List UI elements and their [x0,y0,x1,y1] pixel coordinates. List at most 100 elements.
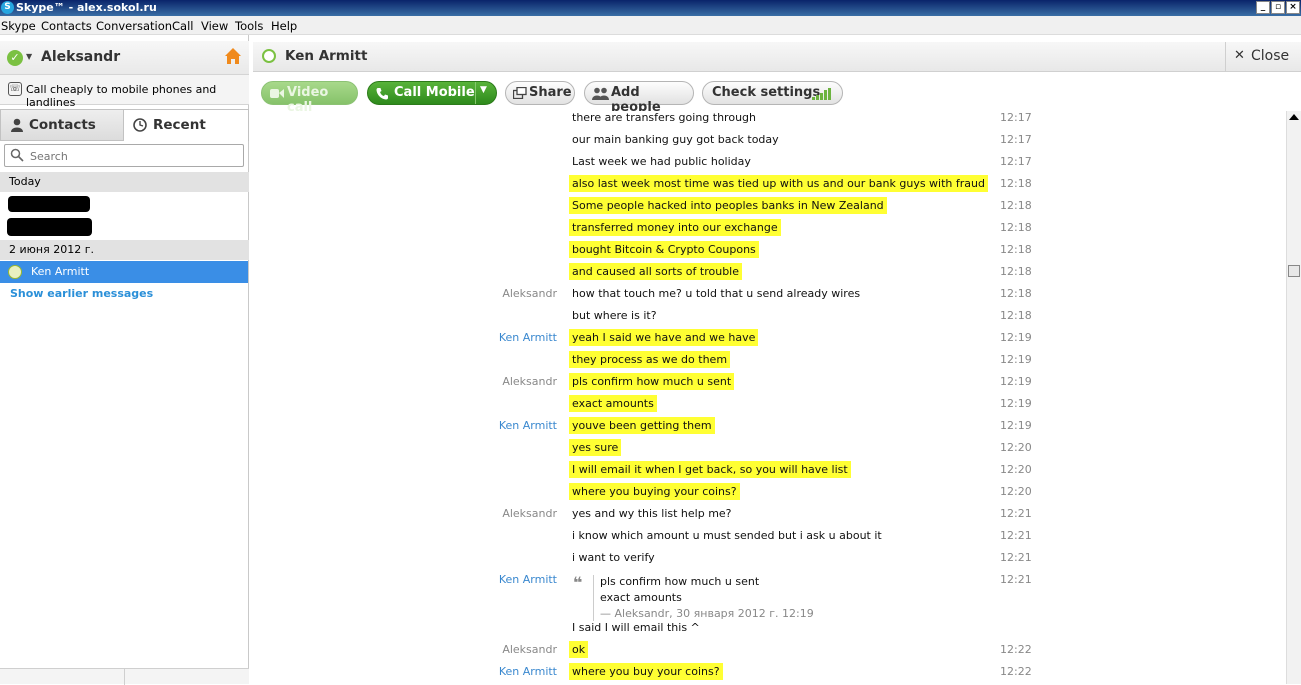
divider [124,669,125,685]
call-mobile-label: Call Mobile [394,85,475,100]
add-people-button[interactable]: Add people [584,81,694,115]
tab-recent[interactable]: Recent [124,109,249,141]
message-row: but where is it? 12:18 [253,306,1286,328]
quoted-message: ❝ pls confirm how much u sent exact amou… [569,573,989,621]
contact-status-icon [262,49,276,63]
scrollbar-thumb[interactable] [1288,265,1300,277]
message-time: 12:17 [1000,111,1032,124]
message-row: Some people hacked into peoples banks in… [253,196,1286,218]
message-time: 12:18 [1000,243,1032,256]
message-text: how that touch me? u told that u send al… [572,287,861,300]
message-sender: Ken Armitt [498,419,557,432]
message-text: yes and wy this list help me? [572,507,732,520]
call-mobile-button[interactable]: Call Mobile ▼ [367,81,497,105]
message-time: 12:19 [1000,419,1032,432]
message-row: where you buying your coins? 12:20 [253,482,1286,504]
message-row: exact amounts 12:19 [253,394,1286,416]
search-input[interactable] [30,148,230,164]
video-call-button[interactable]: Video call [261,81,358,115]
menu-call[interactable]: Call [172,19,193,33]
message-text: where you buying your coins? [569,483,740,500]
profile-name[interactable]: Aleksandr [41,49,120,65]
scroll-up-arrow-icon[interactable] [1289,114,1299,120]
conversation-toolbar: Video call Call Mobile ▼ Share Add peopl… [253,73,1301,115]
video-camera-icon [270,89,284,98]
message-time: 12:19 [1000,331,1032,344]
message-text: I said I will email this ^ [572,621,700,634]
message-time: 12:20 [1000,485,1032,498]
message-time: 12:17 [1000,133,1032,146]
chevron-down-icon[interactable]: ▼ [26,52,32,61]
redacted-contact [7,218,92,236]
check-settings-label: Check settings [712,85,821,100]
maximize-button[interactable]: ▫ [1271,1,1285,14]
message-time: 12:22 [1000,665,1032,678]
tab-contacts-label: Contacts [29,117,96,133]
message-text: pls confirm how much u sent [569,373,735,390]
message-row: I said I will email this ^ [253,618,1286,640]
home-icon[interactable] [224,47,242,65]
menu-tools[interactable]: Tools [235,19,263,33]
add-people-icon [592,87,609,100]
message-text: i know which amount u must sended but i … [572,529,882,542]
message-text: there are transfers going through [572,111,756,124]
tab-contacts[interactable]: Contacts [0,109,124,141]
quote-icon: ❝ [573,573,583,592]
search-box[interactable] [4,144,244,167]
message-text: ok [569,641,589,658]
profile-bar[interactable]: ✓ ▼ Aleksandr [0,41,249,75]
message-text: I will email it when I get back, so you … [569,461,851,478]
menu-skype[interactable]: Skype [1,19,36,33]
message-time: 12:18 [1000,199,1032,212]
message-text: our main banking guy got back today [572,133,779,146]
close-conversation-button[interactable]: ✕ Close [1225,42,1301,72]
message-time: 12:18 [1000,309,1032,322]
message-sender: Ken Armitt [498,665,557,678]
conversation-title[interactable]: Ken Armitt [285,48,367,64]
chat-history: there are transfers going through 12:17 ou… [253,111,1286,684]
check-settings-button[interactable]: Check settings [702,81,843,105]
message-row: they process as we do them 12:19 [253,350,1286,372]
message-row: Aleksandr how that touch me? u told that … [253,284,1286,306]
message-time: 12:22 [1000,643,1032,656]
message-time: 12:17 [1000,155,1032,168]
message-time: 12:21 [1000,573,1032,586]
online-status-icon[interactable]: ✓ [7,50,23,66]
minimize-button[interactable]: _ [1256,1,1270,14]
menu-help[interactable]: Help [271,19,297,33]
redacted-contact [8,196,90,212]
chat-scrollbar[interactable] [1286,111,1301,684]
message-row: Ken Armitt where you buy your coins? 12:22 [253,662,1286,684]
share-label: Share [529,85,572,100]
skype-logo-icon: S [1,1,14,14]
message-row: Ken Armitt youve been getting them 12:19 [253,416,1286,438]
message-row: there are transfers going through 12:17 [253,108,1286,130]
message-sender: Aleksandr [502,643,557,656]
message-text: but where is it? [572,309,657,322]
chevron-down-icon[interactable]: ▼ [480,85,487,95]
message-row: yes sure 12:20 [253,438,1286,460]
menu-view[interactable]: View [201,19,228,33]
menu-conversation[interactable]: Conversation [96,19,172,33]
person-icon [11,118,23,132]
message-time: 12:19 [1000,353,1032,366]
message-text: exact amounts [569,395,657,412]
message-row: Aleksandr pls confirm how much u sent 12:1… [253,372,1286,394]
message-text: and caused all sorts of trouble [569,263,743,280]
phone-icon [376,88,388,100]
message-sender: Aleksandr [502,375,557,388]
share-button[interactable]: Share [505,81,575,105]
window-titlebar: S Skype™ - alex.sokol.ru _ ▫ × [0,0,1301,16]
menu-contacts[interactable]: Contacts [41,19,92,33]
message-row: Aleksandr ok 12:22 [253,640,1286,662]
group-header-today: Today [0,172,249,192]
recent-contact-item[interactable]: Ken Armitt [0,261,248,283]
tab-recent-label: Recent [153,117,206,133]
call-phones-promo[interactable]: ☏ Call cheaply to mobile phones and land… [0,75,249,109]
divider [475,82,476,104]
message-sender: Aleksandr [502,287,557,300]
quote-bar [593,575,594,621]
close-window-button[interactable]: × [1286,1,1300,14]
message-text: transferred money into our exchange [569,219,781,236]
show-earlier-messages-link[interactable]: Show earlier messages [10,287,153,300]
